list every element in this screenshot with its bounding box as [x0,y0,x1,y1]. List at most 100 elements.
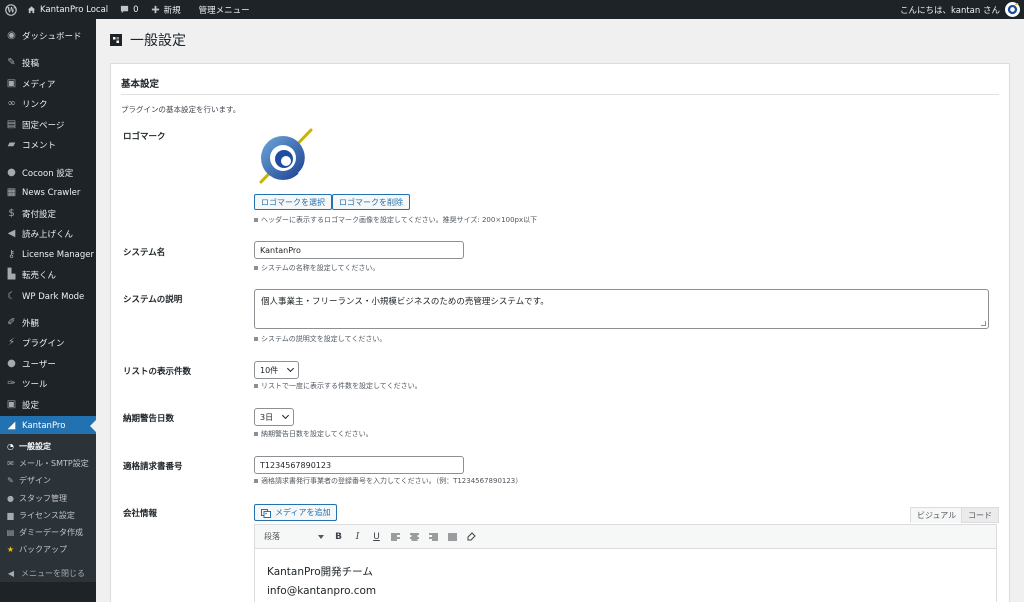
invoice-number-input[interactable]: T1234567890123 [254,456,464,474]
tab-code[interactable]: コード [961,507,999,523]
menu-users[interactable]: ● ユーザー [0,354,96,373]
caret-down-icon [318,534,324,539]
menu-appearance[interactable]: ✐ 外観 [0,313,96,332]
menu-news-crawler[interactable]: ▦ News Crawler [0,183,96,202]
menu-donation[interactable]: $ 寄付設定 [0,204,96,223]
menu-tools[interactable]: ✑ ツール [0,374,96,393]
format-select[interactable]: 段落 [259,529,329,545]
collapse-icon: ◀ [7,568,15,578]
pin-icon: ✎ [7,57,16,68]
comment-bubble-icon [120,5,129,14]
bold-icon[interactable]: B [329,528,348,546]
collapse-label: メニューを閉じる [21,568,85,578]
system-name-input[interactable]: KantanPro [254,241,464,259]
submenu-staff[interactable]: ● スタッフ管理 [0,490,96,507]
comment-icon: ▰ [7,139,16,150]
admin-bar: W KantanPro Local 0 新規 管理メニュー こんにちは、kant… [0,0,1024,19]
company-info-label: 会社情報 [123,509,158,519]
delete-logo-button[interactable]: ロゴマークを削除 [332,194,410,210]
editor-line: info@kantanpro.com [267,585,377,597]
menu-tenbai[interactable]: ▙ 転売くん [0,265,96,284]
menu-kantanpro[interactable]: ◢ KantanPro [0,416,96,435]
greeting: こんにちは、kantan さん [899,5,1000,16]
menu-posts[interactable]: ✎ 投稿 [0,53,96,72]
list-count-select[interactable]: 10件 [254,361,299,379]
align-right-icon[interactable] [424,528,443,546]
menu-plugins[interactable]: ⚡ プラグイン [0,333,96,352]
justify-icon[interactable] [443,528,462,546]
tab-visual[interactable]: ビジュアル [910,507,964,523]
news-icon: ▦ [6,187,17,198]
media-add-icon [261,508,271,518]
resize-handle-icon[interactable] [981,321,986,326]
add-media-button[interactable]: メディアを追加 [254,504,338,521]
menu-dark-mode[interactable]: ☾ WP Dark Mode [0,287,96,306]
menu-media[interactable]: ▣ メディア [0,74,96,93]
editor-toolbar: 段落 B I U [255,525,996,549]
invoice-number-label: 適格請求書番号 [123,462,183,472]
brush-icon: ✐ [7,317,16,328]
user-account-link[interactable]: こんにちは、kantan さん [894,0,1024,19]
menu-pages[interactable]: ▤ 固定ページ [0,115,96,134]
menu-links[interactable]: ∞ リンク [0,94,96,113]
new-label: 新規 [163,5,181,16]
submenu-design[interactable]: ✎ デザイン [0,472,96,489]
menu-dashboard[interactable]: ◉ ダッシュボード [0,26,96,45]
megaphone-icon: ◀ [7,228,16,239]
menu-label: リンク [22,99,48,110]
submenu-mail-smtp[interactable]: ✉ メール・SMTP設定 [0,455,96,472]
submenu-general[interactable]: ◔ 一般設定 [0,438,96,455]
menu-settings[interactable]: ▣ 設定 [0,395,96,414]
dollar-icon: $ [8,208,15,219]
menu-comments[interactable]: ▰ コメント [0,135,96,154]
system-desc-label: システムの説明 [123,295,183,305]
menu-label: 読み上げくん [22,229,74,240]
bullet-icon [254,266,258,270]
system-desc-textarea[interactable]: 個人事業主・フリーランス・小規模ビジネスのための売管理システムです。 [254,289,989,329]
underline-icon[interactable]: U [367,528,386,546]
logo-label: ロゴマーク [123,132,166,142]
new-content-link[interactable]: 新規 [145,0,187,19]
menu-label: メディア [22,79,56,90]
admin-menu-link[interactable]: 管理メニュー [193,0,256,19]
submenu-label: 一般設定 [19,442,51,451]
format-value: 段落 [264,532,280,541]
wrench-icon: ✑ [7,378,16,389]
invoice-number-help: 適格請求書発行事業者の登録番号を入力してください。（例：T12345678901… [254,476,522,486]
menu-label: WP Dark Mode [22,291,85,302]
select-logo-button[interactable]: ロゴマークを選択 [254,194,332,210]
menu-label: 寄付設定 [22,209,57,220]
help-text: システムの説明文を設定してください。 [261,335,387,343]
page-title: 一般設定 [110,30,186,50]
admin-sidebar: ◉ ダッシュボード ✎ 投稿 ▣ メディア ∞ リンク ▤ 固定ページ ▰ コメント ● Co… [0,19,96,602]
menu-license-manager[interactable]: ⚷ License Manager [0,245,96,264]
plus-icon [151,5,160,14]
align-left-icon[interactable] [386,528,405,546]
lock-icon: ▆ [7,511,14,520]
align-center-icon[interactable] [405,528,424,546]
editor-content[interactable]: KantanPro開発チーム info@kantanpro.com [255,549,996,602]
submenu-label: デザイン [19,476,51,485]
collapse-menu-button[interactable]: ◀ メニューを閉じる [0,564,96,582]
list-count-help: リストで一度に表示する件数を設定してください。 [254,381,422,391]
italic-icon[interactable]: I [348,528,367,546]
site-name-link[interactable]: KantanPro Local [21,0,114,19]
submenu-backup[interactable]: ★ バックアップ [0,541,96,558]
system-desc-value: 個人事業主・フリーランス・小規模ビジネスのための売管理システムです。 [261,297,549,307]
company-info-editor[interactable]: 段落 B I U KantanPro開発チーム info@kantanpro.c… [254,524,997,602]
warning-days-select[interactable]: 3日 [254,408,294,426]
menu-label: License Manager [22,249,95,260]
comments-link[interactable]: 0 [114,0,144,19]
help-text: 適格請求書発行事業者の登録番号を入力してください。（例：T12345678901… [261,477,523,485]
site-name: KantanPro Local [40,4,109,15]
submenu-dummy-data[interactable]: ▤ ダミーデータ作成 [0,524,96,541]
menu-label: 投稿 [22,58,40,69]
submenu-license[interactable]: ▆ ライセンス設定 [0,507,96,524]
wordpress-logo-icon[interactable]: W [0,0,21,19]
clear-format-icon[interactable] [462,528,481,546]
select-value: 10件 [260,365,279,375]
menu-label: プラグイン [22,338,65,349]
menu-cocoon[interactable]: ● Cocoon 設定 [0,163,96,182]
menu-label: Cocoon 設定 [22,168,74,179]
menu-yomiage[interactable]: ◀ 読み上げくん [0,224,96,243]
